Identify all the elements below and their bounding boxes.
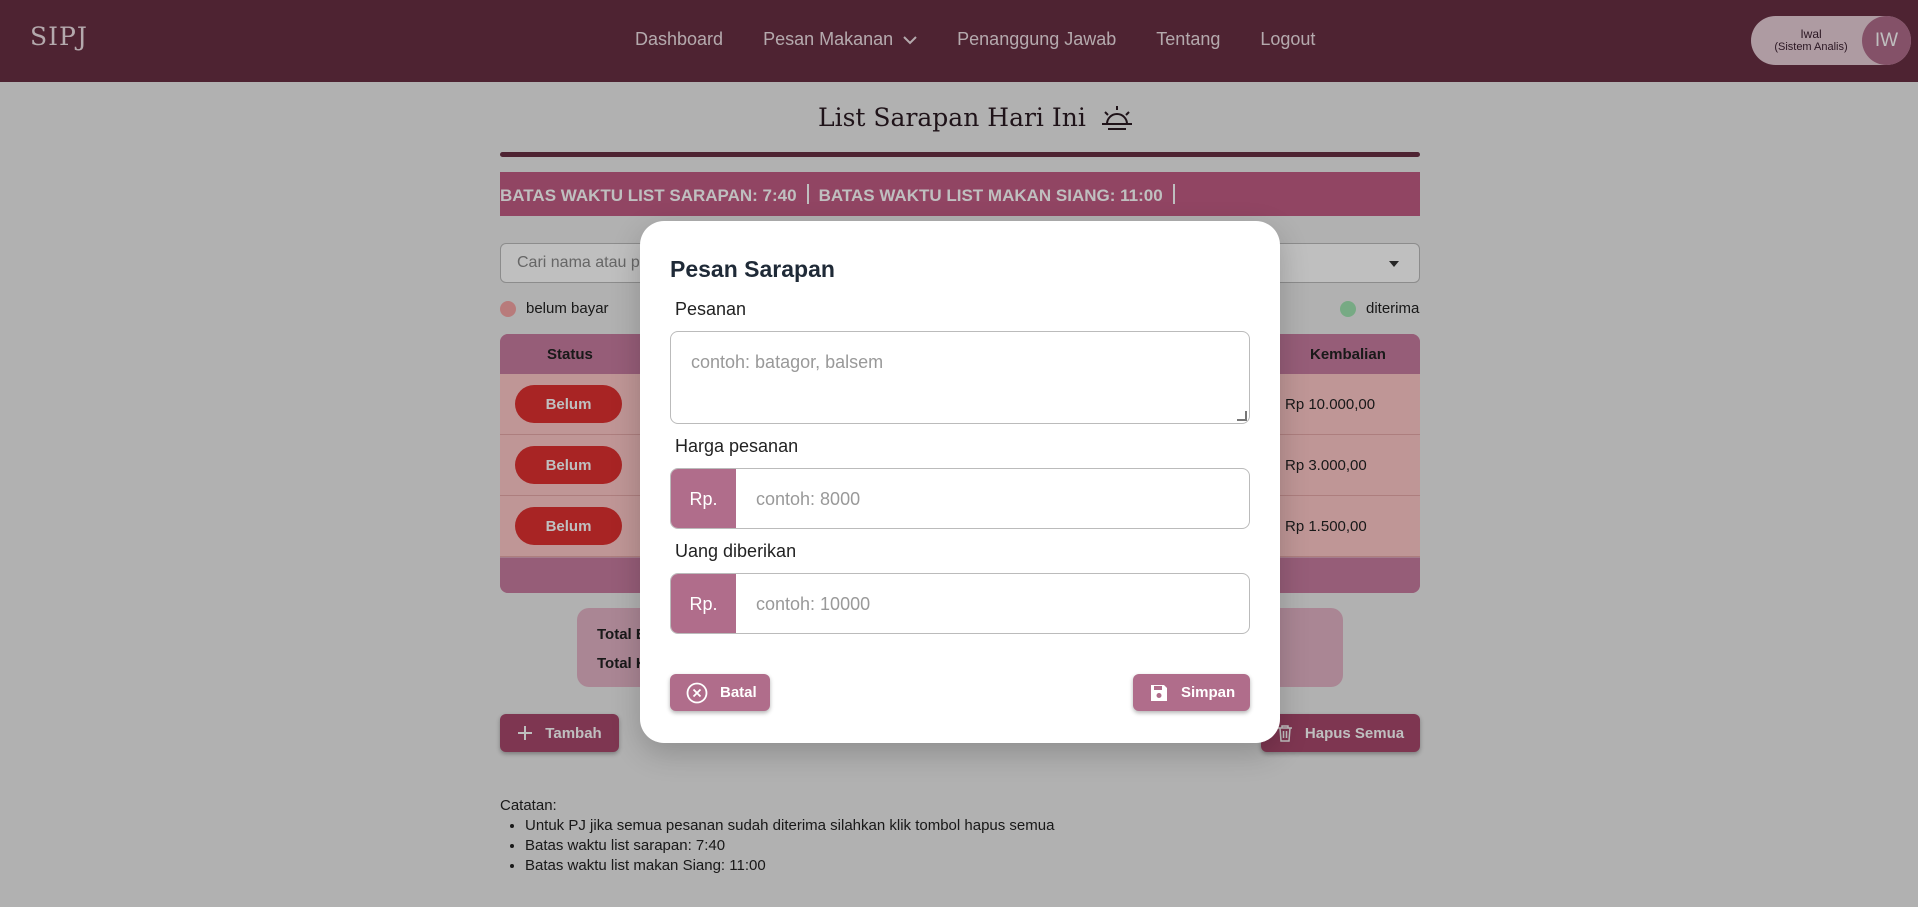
harga-input-group: Rp. contoh: 8000 [670,468,1250,529]
harga-placeholder: contoh: 8000 [756,489,861,509]
cancel-button[interactable]: Batal [670,674,770,711]
currency-addon: Rp. [671,574,736,633]
uang-placeholder: contoh: 10000 [756,594,871,614]
close-circle-icon [686,682,708,703]
save-label: Simpan [1181,684,1236,701]
modal-title: Pesan Sarapan [670,256,835,282]
harga-input[interactable]: contoh: 8000 [736,469,1249,528]
uang-input-group: Rp. contoh: 10000 [670,573,1250,634]
resize-handle-icon[interactable] [1237,411,1247,421]
cancel-label: Batal [720,684,757,701]
save-button[interactable]: Simpan [1133,674,1250,711]
pesanan-label: Pesanan [675,299,747,319]
currency-addon: Rp. [671,469,736,528]
pesanan-placeholder: contoh: batagor, balsem [691,352,884,372]
pesanan-textarea[interactable]: contoh: batagor, balsem [670,331,1250,424]
harga-label: Harga pesanan [675,436,799,456]
uang-label: Uang diberikan [675,541,797,561]
order-modal: Pesan Sarapan Pesanan contoh: batagor, b… [640,221,1280,743]
uang-input[interactable]: contoh: 10000 [736,574,1249,633]
save-icon [1151,684,1167,701]
